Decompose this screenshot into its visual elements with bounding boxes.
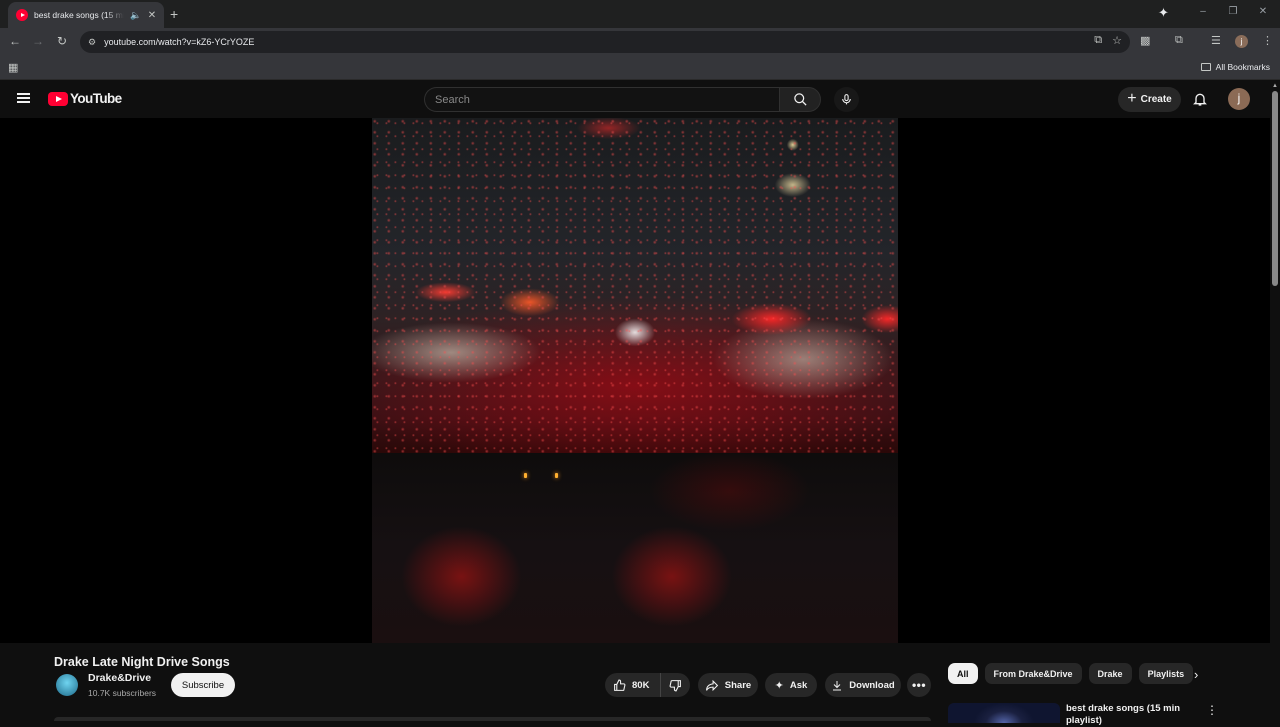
masthead: YouTube Search + Create j — [0, 81, 1280, 118]
forward-icon[interactable]: → — [30, 34, 46, 48]
youtube-logo-text: YouTube — [70, 91, 122, 106]
video-info-area: Drake Late Night Drive Songs Drake&Drive… — [0, 643, 1270, 726]
video-raindrops — [372, 118, 898, 453]
voice-search-button[interactable] — [834, 87, 859, 112]
browser-profile-avatar[interactable]: j — [1235, 35, 1248, 48]
tab-title: best drake songs (15 min p — [34, 10, 124, 20]
ask-button[interactable]: ✦ Ask — [765, 673, 817, 697]
url-text: youtube.com/watch?v=kZ6-YCrYOZE — [104, 37, 255, 47]
extensions-icon[interactable]: ▩ — [1140, 34, 1150, 47]
tab-close-icon[interactable]: ✕ — [146, 10, 158, 21]
dislike-button[interactable] — [661, 679, 690, 692]
browser-toolbar: ← → ↻ ⚙ youtube.com/watch?v=kZ6-YCrYOZE … — [0, 28, 1280, 56]
video-dashboard-scene — [372, 453, 898, 643]
share-label: Share — [724, 679, 752, 691]
like-count: 80K — [632, 679, 650, 691]
create-button[interactable]: + Create — [1118, 87, 1181, 112]
like-button[interactable]: 80K — [605, 673, 661, 697]
download-icon — [833, 680, 842, 690]
bookmarks-bar: ▦ All Bookmarks — [0, 56, 1280, 80]
youtube-logo[interactable]: YouTube — [48, 91, 122, 106]
share-arrow-icon — [705, 679, 718, 691]
dash-light — [555, 473, 558, 478]
download-button[interactable]: Download — [825, 673, 901, 697]
search-icon — [793, 93, 807, 106]
sparkle-icon: ✦ — [774, 679, 784, 692]
video-title: Drake Late Night Drive Songs — [54, 655, 230, 669]
search-button[interactable] — [779, 87, 821, 112]
subscribe-button[interactable]: Subscribe — [171, 673, 235, 697]
browser-tab[interactable]: best drake songs (15 min p 🔈 ✕ — [8, 2, 164, 28]
recommendation-title[interactable]: best drake songs (15 min playlist) — [1066, 703, 1186, 727]
chip-drake[interactable]: Drake — [1088, 663, 1132, 684]
recommendation-thumbnail[interactable] — [948, 703, 1060, 723]
speaker-icon[interactable]: 🔈 — [130, 10, 141, 21]
account-avatar[interactable]: j — [1228, 88, 1250, 110]
notifications-bell-icon[interactable] — [1192, 91, 1208, 107]
install-app-icon[interactable]: ⧉ — [1094, 34, 1102, 47]
all-bookmarks-label: All Bookmarks — [1215, 62, 1270, 72]
browser-menu-icon[interactable]: ⋮ — [1262, 34, 1273, 47]
minimize-icon[interactable]: – — [1196, 6, 1210, 17]
plus-icon: + — [1127, 89, 1137, 107]
chip-from-channel[interactable]: From Drake&Drive — [984, 663, 1082, 684]
share-button[interactable]: Share — [698, 673, 758, 697]
thumbs-down-icon — [669, 679, 681, 691]
search-input[interactable]: Search — [424, 87, 779, 112]
download-label: Download — [849, 679, 895, 691]
video-player[interactable] — [0, 118, 1270, 643]
reload-icon[interactable]: ↻ — [54, 34, 70, 48]
create-label: Create — [1140, 94, 1172, 105]
page-scrollbar[interactable] — [1272, 91, 1278, 286]
more-horizontal-icon: ••• — [911, 678, 927, 692]
site-info-icon[interactable]: ⚙ — [88, 37, 96, 48]
more-vertical-icon[interactable]: ⋮ — [1206, 703, 1218, 717]
chip-playlists[interactable]: Playlists — [1138, 663, 1194, 684]
thumbs-up-icon — [614, 679, 626, 691]
scroll-up-arrow-icon[interactable]: ▲ — [1272, 83, 1278, 89]
youtube-page: YouTube Search + Create j ▲ Drake Late N… — [0, 81, 1280, 726]
chip-all[interactable]: All — [948, 663, 978, 684]
gemini-sparkle-icon[interactable]: ✦ — [1158, 5, 1169, 21]
youtube-play-icon — [48, 91, 68, 106]
address-bar[interactable]: ⚙ youtube.com/watch?v=kZ6-YCrYOZE ⧉ ☆ — [80, 31, 1130, 53]
media-controls-icon[interactable]: ☰ — [1211, 34, 1221, 47]
bookmark-star-icon[interactable]: ☆ — [1112, 34, 1122, 47]
browser-tab-strip: best drake songs (15 min p 🔈 ✕ + ✦ – ❐ ✕ — [0, 0, 1280, 28]
search-bar: Search — [424, 87, 821, 112]
folder-icon — [1200, 63, 1211, 71]
video-frame[interactable] — [372, 118, 898, 643]
more-actions-button[interactable]: ••• — [907, 673, 931, 697]
all-bookmarks-button[interactable]: All Bookmarks — [1200, 62, 1270, 72]
ask-label: Ask — [789, 679, 808, 691]
channel-name[interactable]: Drake&Drive — [88, 672, 151, 684]
back-icon[interactable]: ← — [7, 34, 23, 48]
youtube-favicon-icon — [16, 9, 28, 21]
hamburger-menu-icon[interactable] — [17, 93, 30, 103]
like-dislike-group: 80K — [605, 673, 690, 697]
close-window-icon[interactable]: ✕ — [1256, 6, 1270, 17]
restore-icon[interactable]: ❐ — [1226, 6, 1240, 17]
related-filter-chips: All From Drake&Drive Drake Playlists — [948, 663, 1194, 684]
channel-avatar[interactable] — [56, 674, 78, 696]
new-tab-button[interactable]: + — [170, 6, 178, 22]
dash-light — [524, 473, 527, 478]
apps-grid-icon[interactable]: ▦ — [8, 61, 18, 74]
tab-search-icon[interactable]: ⧉ — [1175, 34, 1183, 47]
subscriber-count: 10.7K subscribers — [88, 688, 157, 698]
description-box[interactable] — [54, 717, 931, 721]
microphone-icon — [842, 94, 851, 105]
chevron-right-icon[interactable]: › — [1194, 667, 1198, 682]
